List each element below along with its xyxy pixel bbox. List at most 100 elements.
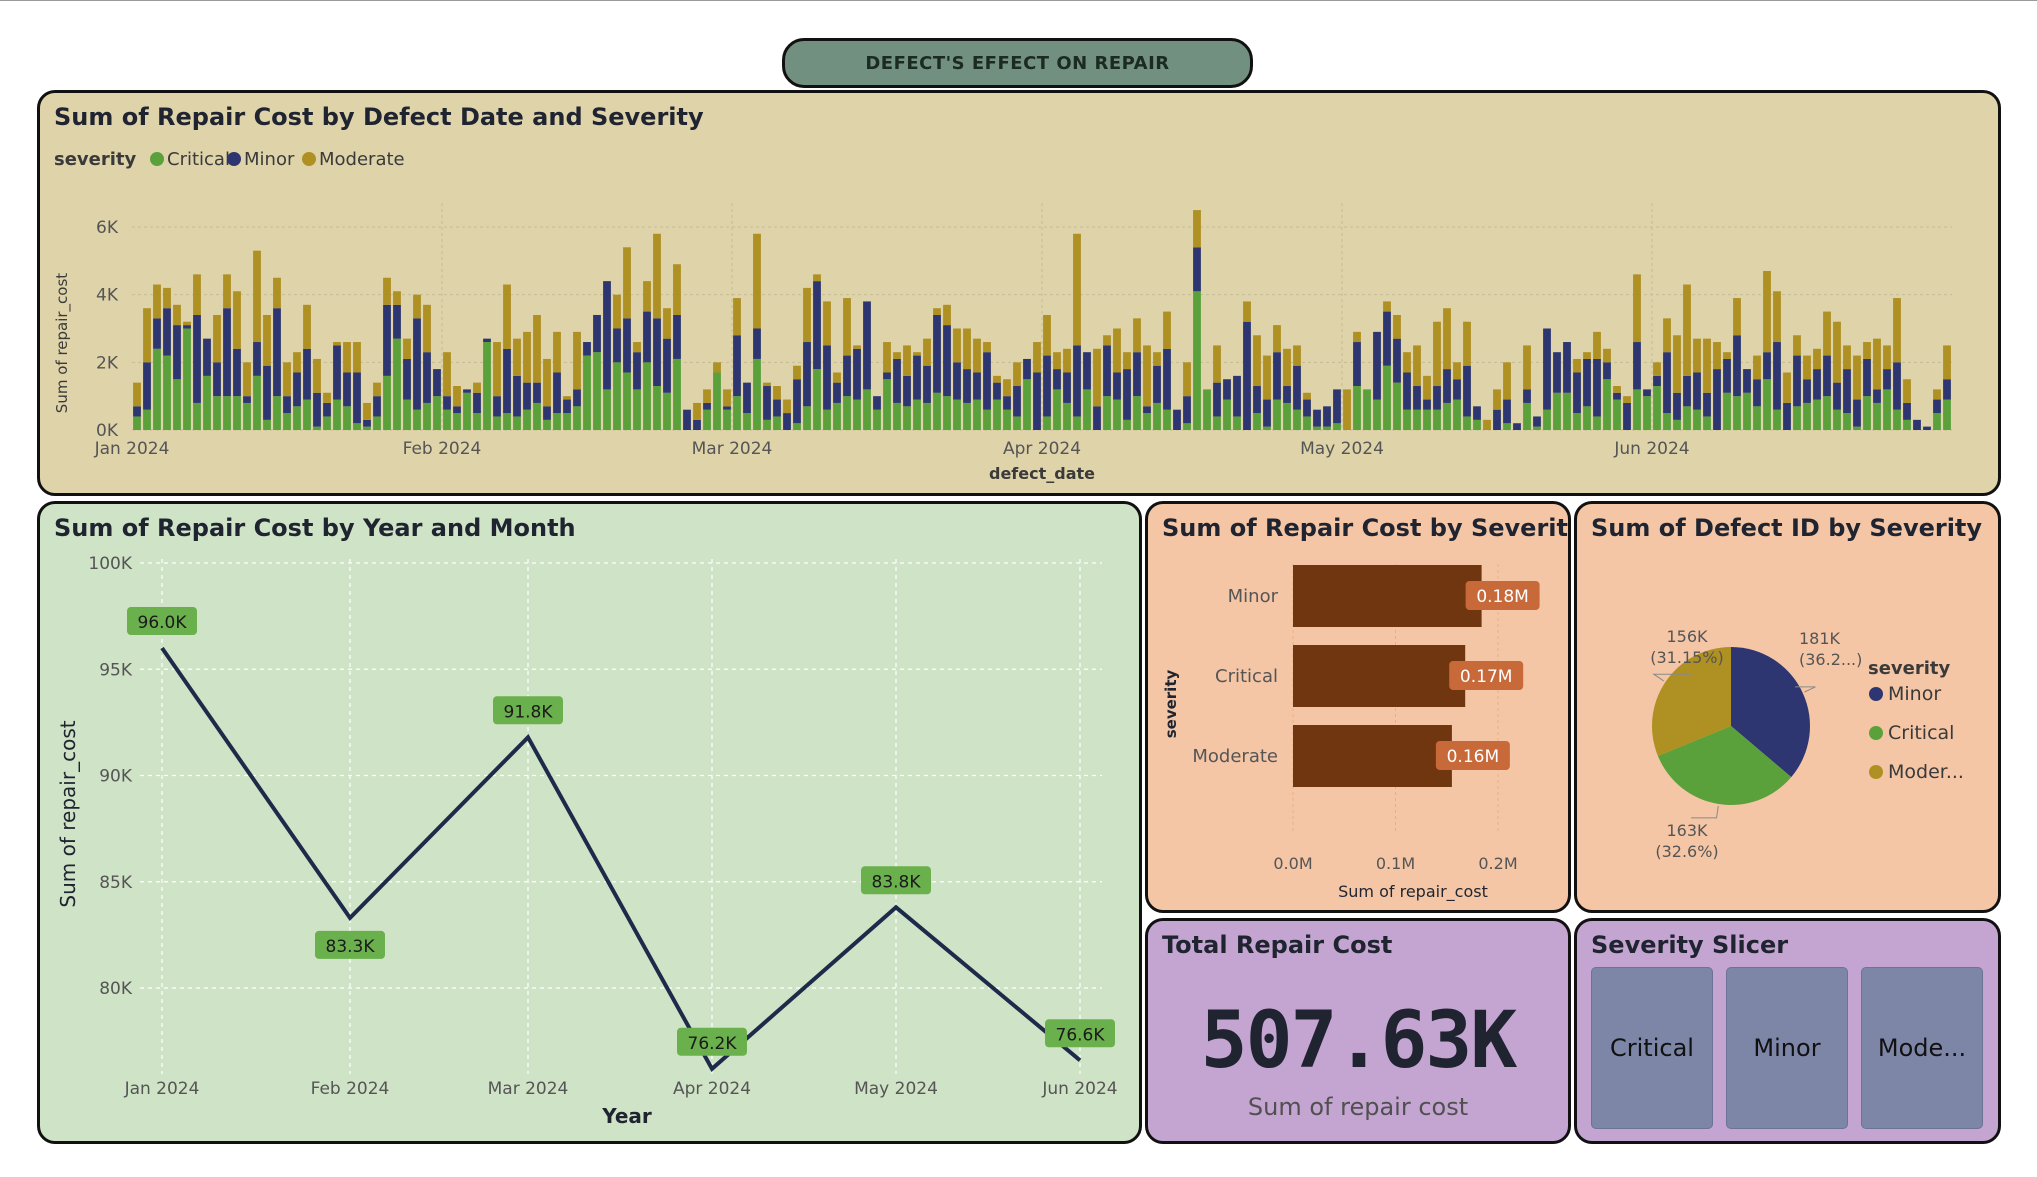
pie-label-percent: (36.2...) [1799,650,1862,669]
bar-segment-minor [513,375,521,417]
bar-segment-minor [1163,348,1171,410]
bar-segment-minor [1553,352,1561,393]
bar-segment-minor [1943,379,1951,400]
bar-segment-moderate [513,338,521,376]
daily-repair-cost-panel: Sum of Repair Cost by Defect Date and Se… [37,90,2001,496]
data-label-text: 0.16M [1447,747,1500,767]
bar-segment-minor [723,406,731,410]
bar-segment-moderate [1493,389,1501,410]
kpi-value: 507.63K [1200,996,1518,1086]
bar-segment-critical [1153,402,1161,430]
bar-segment-moderate [1763,270,1771,353]
bar-segment-minor [1223,379,1231,400]
bar-segment-moderate [883,342,891,373]
bar-segment-critical [353,423,361,430]
bar-segment-minor [1583,358,1591,407]
bar-segment-critical [973,399,981,430]
slicer-item-moderate[interactable]: Mode... [1861,967,1983,1129]
pie-legend-label: Moder... [1888,761,1964,783]
bar-segment-critical [1773,409,1781,430]
bar-segment-moderate [1693,338,1701,373]
bar-segment-critical [443,409,451,430]
data-label-may-2024: 83.8K [861,866,931,895]
bar-segment-critical [1333,423,1341,430]
bar-segment-moderate [1113,328,1121,373]
pie-legend-marker [1869,687,1883,701]
bar-segment-critical [1813,399,1821,430]
bar-segment-minor [413,318,421,410]
bar-segment-minor [1523,389,1531,403]
bar-segment-moderate [353,342,361,373]
bar-segment-critical [843,396,851,430]
y-axis-title: Sum of repair_cost [53,273,72,413]
bar-segment-critical [1203,389,1211,430]
bar-segment-critical [463,392,471,430]
bar-segment-moderate [1123,352,1131,370]
bar-segment-minor [1043,355,1051,417]
bar-segment-minor [1143,406,1151,414]
bar-segment-critical [803,406,811,430]
slicer-item-critical[interactable]: Critical [1591,967,1713,1129]
bar-segment-moderate [1713,342,1721,370]
bar-segment-critical [1573,413,1581,430]
bar-moderate [1293,725,1452,787]
bar-segment-critical [523,409,531,430]
bar-segment-minor [1893,362,1901,410]
bar-segment-moderate [803,287,811,343]
bar-segment-minor [973,372,981,400]
bar-segment-minor [1083,352,1091,390]
bar-segment-critical [273,396,281,430]
bar-segment-minor [703,402,711,410]
bar-segment-moderate [1213,345,1221,383]
slicer-item-minor[interactable]: Minor [1726,967,1848,1129]
bar-segment-minor [1573,372,1581,414]
bar-segment-critical [1893,409,1901,430]
bar-segment-minor [673,314,681,359]
bar-segment-moderate [1463,321,1471,366]
bar-segment-moderate [1183,362,1191,397]
bar-segment-critical [1433,409,1441,430]
bar-segment-moderate [913,352,921,356]
bar-segment-minor [593,314,601,353]
bar-segment-minor [343,372,351,407]
bar-segment-moderate [1143,345,1151,407]
bar-segment-moderate [543,358,551,407]
bar-segment-moderate [703,389,711,403]
bar-segment-minor [1663,352,1671,414]
x-tick-label: Apr 2024 [1003,439,1081,459]
bar-segment-moderate [973,338,981,373]
bar-segment-minor [803,342,811,407]
bar-segment-moderate [1133,318,1141,353]
bar-segment-moderate [1803,355,1811,380]
bar-segment-critical [363,426,371,430]
bar-segment-critical [1403,409,1411,430]
data-label-text: 83.3K [326,937,376,957]
bar-segment-minor [853,348,861,400]
bar-segment-critical [663,392,671,430]
page-title-button[interactable]: DEFECT'S EFFECT ON REPAIR [782,38,1253,88]
bar-segment-critical [793,423,801,430]
bar-segment-minor [393,304,401,339]
bar-segment-moderate [1483,419,1491,430]
bar-segment-moderate [473,382,481,393]
bar-segment-moderate [1033,342,1041,373]
bar-segment-minor [753,328,761,359]
bar-segment-moderate [1243,301,1251,322]
bar-segment-critical [1283,402,1291,430]
bar-segment-minor [1693,372,1701,410]
bar-segment-critical [1593,416,1601,430]
bar-segment-moderate [1043,314,1051,356]
bar-segment-moderate [963,328,971,370]
bar-segment-moderate [1623,396,1631,403]
bar-segment-moderate [1523,345,1531,390]
pie-leader-line [1691,805,1719,819]
bar-segment-critical [1763,379,1771,430]
bar-segment-moderate [393,291,401,305]
bar-segment-moderate [1793,335,1801,356]
total-repair-cost-card: Total Repair Cost 507.63K Sum of repair … [1145,918,1571,1144]
bar-segment-moderate [383,277,391,305]
bar-segment-critical [563,413,571,430]
bar-segment-critical [1943,399,1951,430]
bar-segment-moderate [813,274,821,282]
slicer-item-label: Mode... [1877,1034,1967,1062]
